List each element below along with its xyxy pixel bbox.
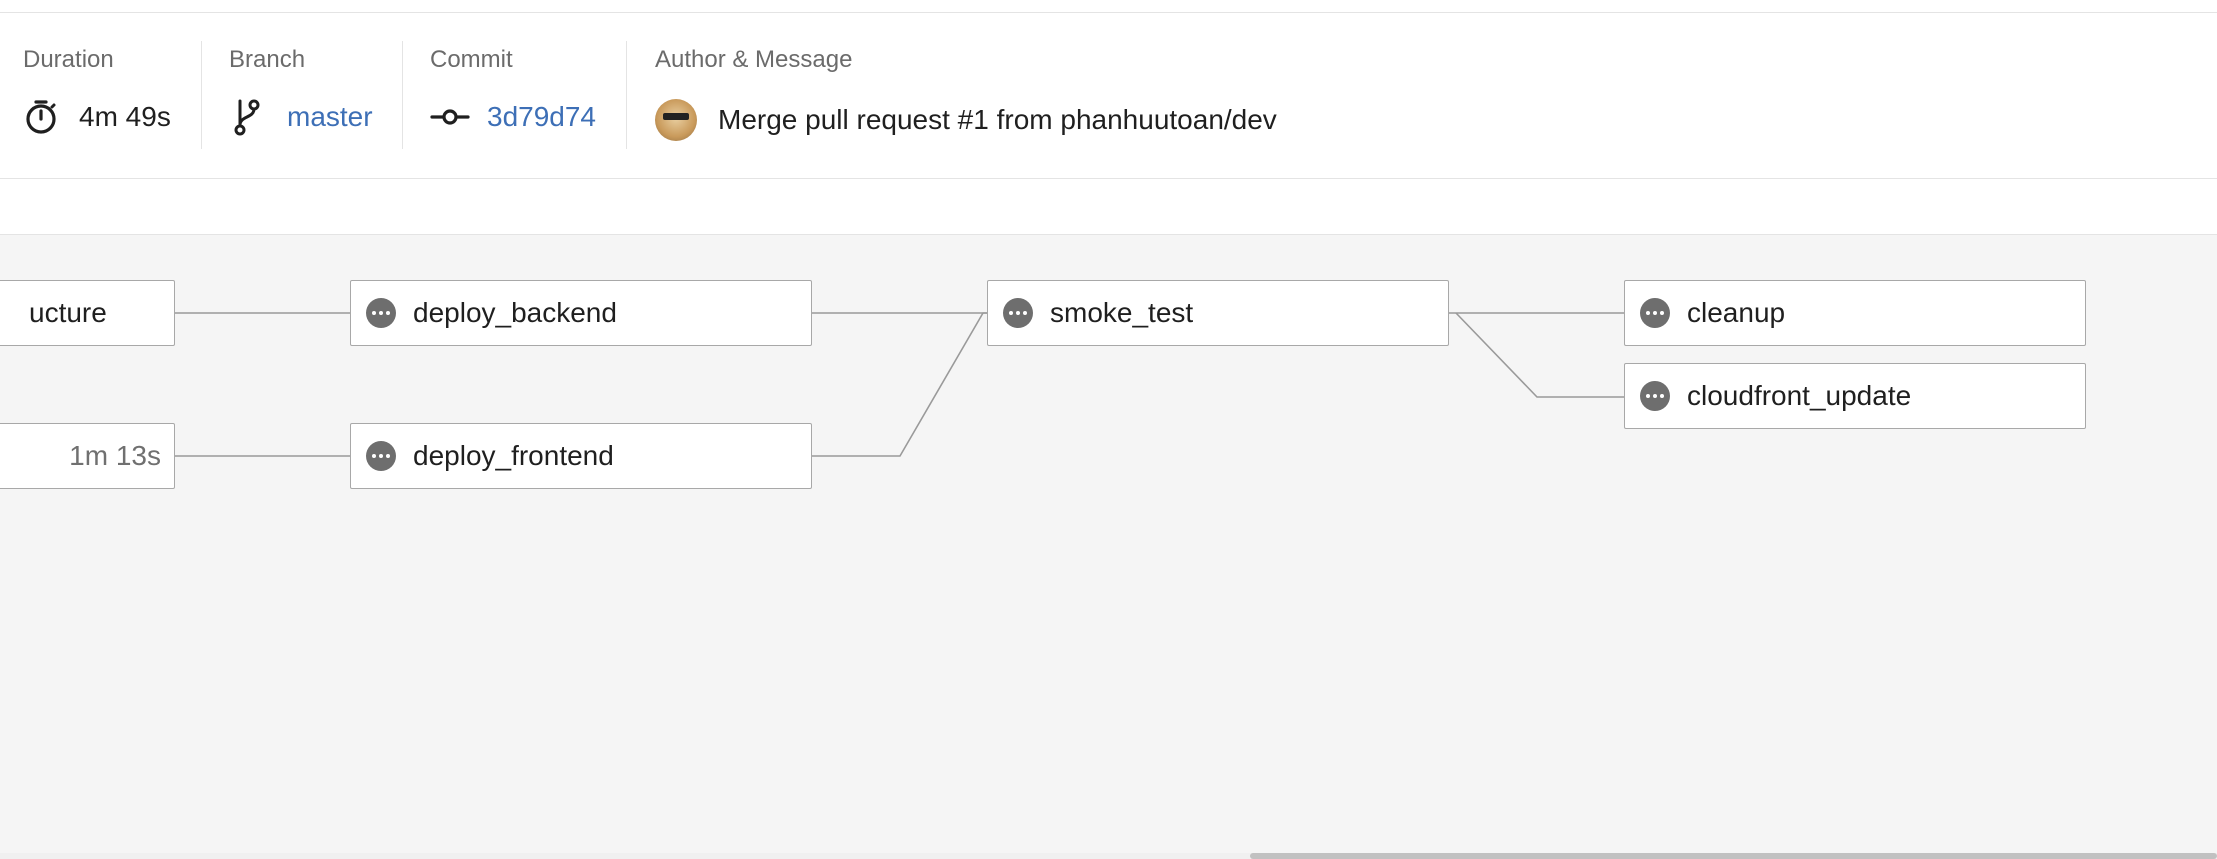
commit-link[interactable]: 3d79d74 [487, 101, 596, 133]
pending-status-icon [366, 298, 396, 328]
job-label: ucture [29, 297, 107, 328]
job-upstream[interactable]: 1m 13s [0, 423, 175, 489]
git-commit-icon [430, 99, 470, 135]
toolbar-band [0, 179, 2217, 235]
job-duration: 1m 13s [69, 440, 161, 471]
divider [201, 41, 202, 149]
pipeline-graph: ucture 1m 13s deploy_backend deploy_fron… [0, 235, 2217, 859]
job-cloudfront-update[interactable]: cloudfront_update [1624, 363, 2086, 429]
pending-status-icon [1640, 298, 1670, 328]
stopwatch-icon [23, 99, 59, 135]
divider [626, 41, 627, 149]
duration-value: 4m 49s [23, 99, 171, 135]
commit-message: Merge pull request #1 from phanhuutoan/d… [718, 104, 1277, 135]
pending-status-icon [1003, 298, 1033, 328]
author-message-label: Author & Message [655, 46, 853, 73]
job-label: smoke_test [1050, 297, 1194, 328]
job-cleanup[interactable]: cleanup [1624, 280, 2086, 346]
top-border [0, 0, 2217, 13]
job-deploy-backend[interactable]: deploy_backend [350, 280, 812, 346]
commit-label: Commit [430, 46, 513, 73]
git-branch-icon [229, 99, 265, 136]
author-avatar[interactable] [655, 99, 697, 141]
job-label: deploy_backend [413, 297, 617, 328]
job-label: cleanup [1687, 297, 1786, 328]
author-message-value: Merge pull request #1 from phanhuutoan/d… [655, 99, 1277, 141]
job-deploy-frontend[interactable]: deploy_frontend [350, 423, 812, 489]
job-smoke-test[interactable]: smoke_test [987, 280, 1449, 346]
job-label: cloudfront_update [1687, 380, 1912, 411]
duration-label: Duration [23, 46, 114, 73]
edge [1455, 312, 1625, 398]
branch-value: master [229, 99, 373, 136]
job-infrastructure[interactable]: ucture [0, 280, 175, 346]
edge [811, 312, 988, 457]
pipeline-summary: Duration 4m 49s Branch master Commit 3d7… [0, 13, 2217, 179]
pipeline-page: Duration 4m 49s Branch master Commit 3d7… [0, 0, 2217, 859]
horizontal-scrollbar-thumb[interactable] [1250, 853, 2217, 859]
pending-status-icon [366, 441, 396, 471]
branch-label: Branch [229, 46, 306, 73]
job-label: deploy_frontend [413, 440, 614, 471]
branch-link[interactable]: master [287, 101, 373, 133]
duration-text: 4m 49s [79, 101, 171, 132]
pending-status-icon [1640, 381, 1670, 411]
divider [402, 41, 403, 149]
commit-value: 3d79d74 [430, 99, 596, 135]
